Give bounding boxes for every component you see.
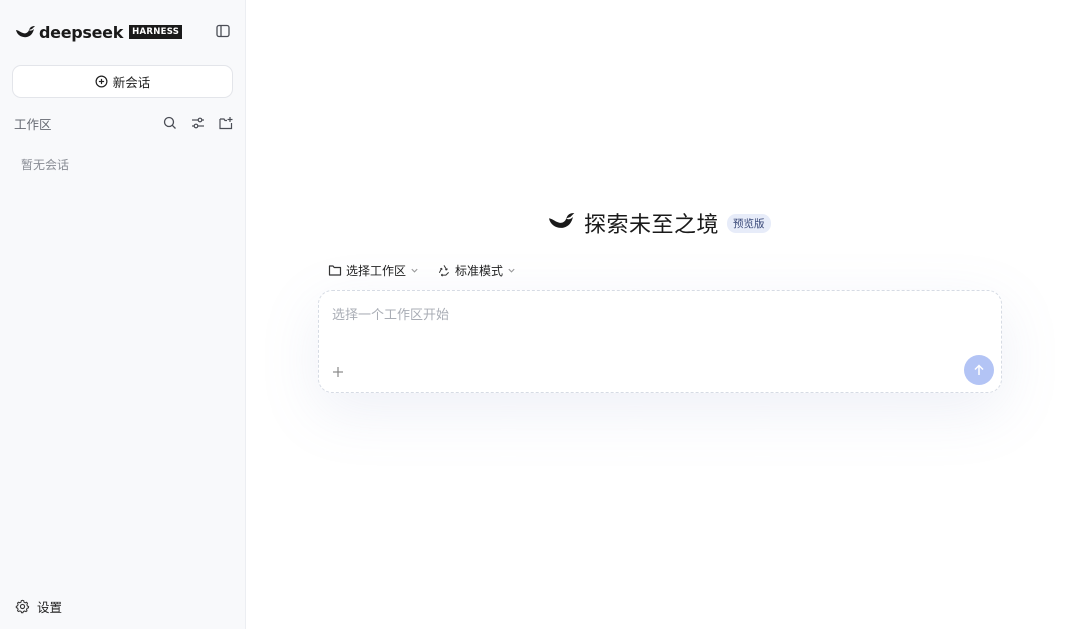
chevron-down-icon	[508, 268, 515, 273]
brand-tag: HARNESS	[129, 25, 183, 39]
composer	[318, 290, 1002, 393]
whale-logo-icon	[546, 209, 576, 237]
folder-add-icon[interactable]	[218, 115, 234, 131]
brand: deepseek HARNESS	[14, 20, 234, 44]
main-panel: 探索未至之境 预览版 选择工作区 标准模式	[246, 0, 1080, 629]
sliders-icon[interactable]	[190, 115, 206, 131]
chevron-down-icon	[411, 268, 418, 273]
recycle-icon	[438, 265, 450, 277]
new-chat-label: 新会话	[112, 75, 151, 90]
new-chat-button[interactable]: 新会话	[12, 65, 233, 98]
folder-icon	[328, 265, 342, 276]
workspace-actions	[150, 115, 234, 131]
mode-label: 标准模式	[455, 264, 504, 278]
workspace-label: 工作区	[14, 116, 52, 132]
workspace-select[interactable]: 选择工作区	[328, 262, 419, 279]
sidebar-toggle-icon[interactable]	[215, 23, 231, 39]
plus-icon[interactable]	[331, 364, 347, 380]
gear-icon	[15, 599, 30, 614]
send-button[interactable]	[964, 355, 994, 385]
workspace-select-label: 选择工作区	[346, 264, 407, 278]
empty-sessions-text: 暂无会话	[21, 158, 70, 172]
plus-circle-icon	[95, 75, 108, 88]
mode-select[interactable]: 标准模式	[437, 262, 516, 279]
brand-name: deepseek	[39, 22, 124, 42]
app-window: deepseek HARNESS 新会话 工作区 暂无会话 设置 探索未至之境 …	[0, 0, 1080, 629]
hero-title: 探索未至之境	[584, 213, 720, 238]
sidebar: deepseek HARNESS 新会话 工作区 暂无会话 设置	[0, 0, 246, 629]
composer-options: 选择工作区 标准模式	[328, 262, 534, 279]
preview-badge: 预览版	[727, 213, 771, 233]
message-input[interactable]	[332, 304, 952, 326]
arrow-up-icon	[974, 364, 984, 375]
settings-label: 设置	[37, 600, 63, 615]
hero-header: 探索未至之境 预览版	[546, 207, 771, 239]
search-icon[interactable]	[162, 115, 178, 131]
whale-logo-icon	[14, 23, 36, 41]
workspace-header: 工作区	[14, 113, 234, 133]
settings-button[interactable]: 设置	[15, 597, 62, 616]
